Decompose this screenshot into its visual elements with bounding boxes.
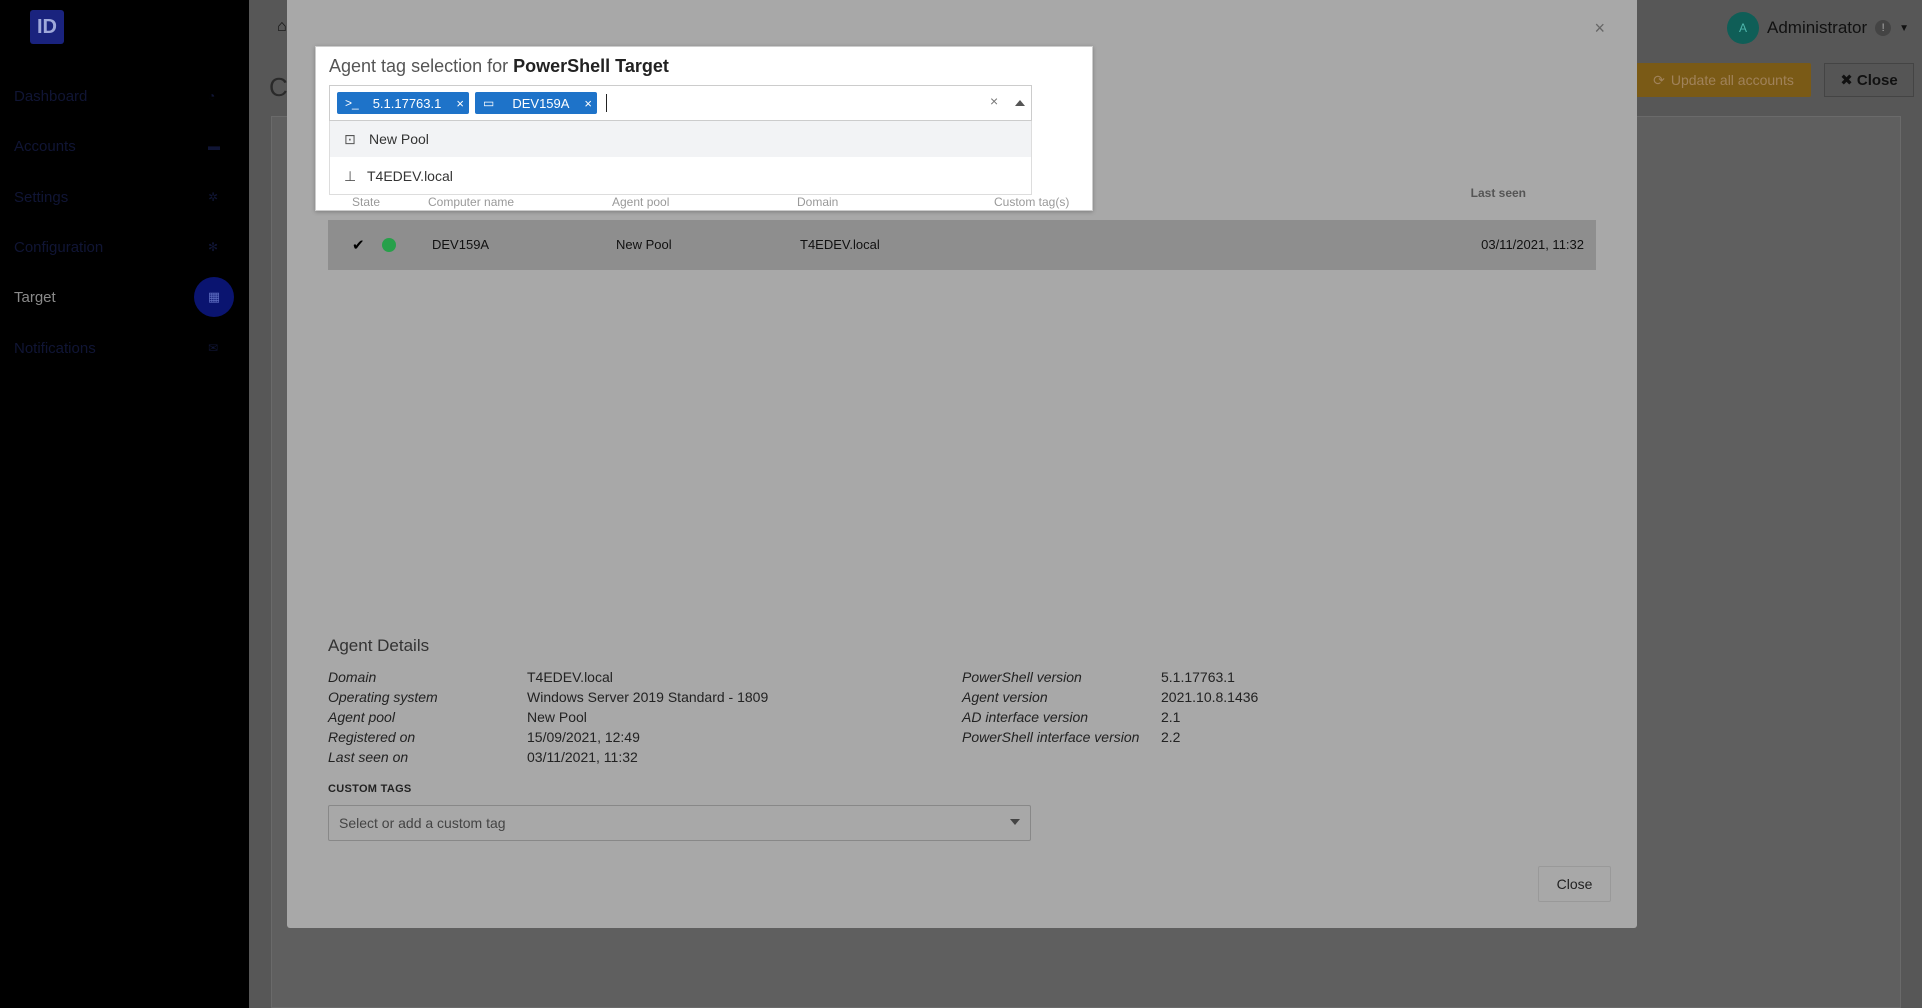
chevron-up-icon[interactable] <box>1015 100 1025 106</box>
chart-icon: ◔ <box>208 89 216 103</box>
sidebar-item-label: Accounts <box>14 137 76 155</box>
grid-icon: ▦ <box>194 277 234 317</box>
user-name: Administrator <box>1767 18 1868 37</box>
sidebar-item-accounts[interactable]: Accounts ▬ <box>0 126 249 166</box>
close-icon: ✖ <box>1840 72 1853 89</box>
detail-value: 2.1 <box>1161 709 1181 725</box>
option-domain[interactable]: ⊥ T4EDEV.local <box>330 158 1031 194</box>
custom-tags-label: CUSTOM TAGS <box>328 783 412 795</box>
sidebar-item-settings[interactable]: Settings ✲ <box>0 177 249 217</box>
row-agent-pool: New Pool <box>616 237 672 252</box>
alert-icon: ! <box>1875 20 1892 36</box>
chevron-down-icon <box>1010 819 1020 825</box>
refresh-icon: ⟳ <box>1653 71 1665 88</box>
home-icon[interactable]: ⌂ <box>277 18 287 36</box>
detail-label: Agent pool <box>328 709 395 725</box>
remove-chip-icon[interactable]: × <box>584 96 592 111</box>
detail-label: AD interface version <box>962 709 1089 725</box>
detail-value: Windows Server 2019 Standard - 1809 <box>527 689 769 705</box>
detail-value: 5.1.17763.1 <box>1161 669 1235 685</box>
col-custom-tags: Custom tag(s) <box>994 195 1070 209</box>
agent-details-title: Agent Details <box>328 636 430 655</box>
custom-tags-placeholder: Select or add a custom tag <box>339 815 506 831</box>
option-new-pool[interactable]: ⊡ New Pool <box>330 121 1031 157</box>
row-domain: T4EDEV.local <box>800 237 880 252</box>
sidebar-item-label: Settings <box>14 188 69 206</box>
detail-label: Domain <box>328 669 377 685</box>
sidebar: ID Dashboard ◔ Accounts ▬ Settings ✲ Con… <box>0 0 249 1008</box>
users-icon: ▬ <box>208 139 220 153</box>
app-logo: ID <box>30 10 64 44</box>
close-page-button[interactable]: ✖ Close <box>1824 63 1914 97</box>
detail-label: PowerShell interface version <box>962 729 1140 745</box>
sidebar-item-label: Notifications <box>14 339 96 357</box>
cog-icon: ✻ <box>208 240 219 254</box>
chevron-down-icon: ▼ <box>1899 22 1910 34</box>
sidebar-item-label: Dashboard <box>14 87 88 105</box>
tag-options-list: ⊡ New Pool ⊥ T4EDEV.local <box>329 121 1032 195</box>
agent-tag-popup: Agent tag selection for PowerShell Targe… <box>315 46 1093 211</box>
col-computer-name: Computer name <box>428 195 515 209</box>
detail-value: 03/11/2021, 11:32 <box>527 749 638 765</box>
check-icon: ✔ <box>352 237 365 254</box>
popup-title: Agent tag selection for PowerShell Targe… <box>329 56 669 76</box>
remove-chip-icon[interactable]: × <box>456 96 464 111</box>
user-menu[interactable]: A Administrator ! ▼ <box>1727 12 1909 44</box>
custom-tags-select[interactable]: Select or add a custom tag <box>328 805 1031 841</box>
text-cursor <box>606 94 607 112</box>
modal-close-icon[interactable]: × <box>1594 18 1605 39</box>
clear-all-icon[interactable]: × <box>990 93 998 109</box>
sidebar-item-target[interactable]: Target ▦ <box>0 277 249 317</box>
col-agent-pool: Agent pool <box>612 195 670 209</box>
detail-value: 15/09/2021, 12:49 <box>527 729 640 745</box>
row-computer-name: DEV159A <box>432 237 490 252</box>
sidebar-item-label: Target <box>14 288 56 306</box>
domain-tree-icon: ⊥ <box>344 167 357 184</box>
table-row[interactable]: ✔ DEV159A New Pool T4EDEV.local 03/11/20… <box>328 220 1596 270</box>
powershell-icon: >_ <box>345 96 359 110</box>
pool-icon: ⊡ <box>344 130 356 147</box>
tag-chip-computer: ▭ DEV159A × <box>475 92 597 114</box>
row-last-seen: 03/11/2021, 11:32 <box>1481 237 1584 252</box>
modal-close-button[interactable]: Close <box>1538 866 1611 902</box>
sidebar-item-label: Configuration <box>14 238 104 256</box>
detail-label: Operating system <box>328 689 438 705</box>
detail-label: PowerShell version <box>962 669 1082 685</box>
monitor-icon: ▭ <box>483 96 495 110</box>
sidebar-item-configuration[interactable]: Configuration ✻ <box>0 227 249 267</box>
tag-chip-powershell-version: >_ 5.1.17763.1 × <box>337 92 469 114</box>
detail-value: New Pool <box>527 709 587 725</box>
gear-icon: ✲ <box>208 190 219 204</box>
detail-label: Registered on <box>328 729 416 745</box>
sidebar-item-dashboard[interactable]: Dashboard ◔ <box>0 76 249 116</box>
sidebar-item-notifications[interactable]: Notifications ✉ <box>0 328 249 368</box>
detail-label: Agent version <box>962 689 1048 705</box>
col-domain: Domain <box>797 195 839 209</box>
avatar: A <box>1727 12 1759 44</box>
col-last-seen[interactable]: Last seen <box>1471 186 1526 200</box>
update-all-accounts-button[interactable]: ⟳ Update all accounts <box>1636 63 1811 97</box>
detail-label: Last seen on <box>328 749 409 765</box>
detail-value: 2021.10.8.1436 <box>1161 689 1259 705</box>
status-online-indicator <box>382 238 396 252</box>
detail-value: T4EDEV.local <box>527 669 613 685</box>
mail-icon: ✉ <box>208 341 219 355</box>
agent-tag-input[interactable]: >_ 5.1.17763.1 × ▭ DEV159A × × <box>329 85 1032 121</box>
col-state: State <box>352 195 381 209</box>
detail-value: 2.2 <box>1161 729 1181 745</box>
